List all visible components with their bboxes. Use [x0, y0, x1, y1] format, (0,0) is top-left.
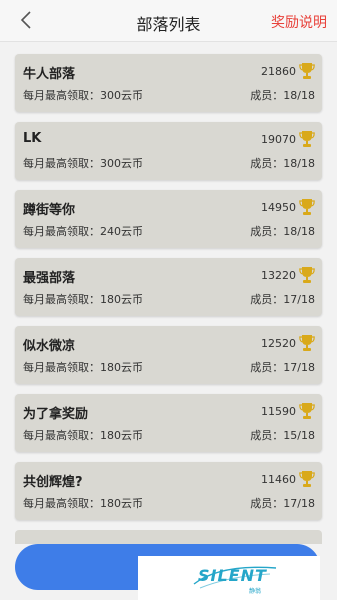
tribe-monthly-limit: 每月最高领取：180云币 — [23, 429, 143, 442]
tribe-monthly-limit: 每月最高领取：300云币 — [23, 89, 143, 102]
tribe-members: 成员：18/18 — [250, 89, 315, 102]
tribe-card[interactable]: LK 每月最高领取：300云币 19070 成员：18/18 — [15, 122, 322, 180]
tribe-card-partial[interactable] — [15, 530, 322, 544]
tribe-members: 成员：17/18 — [250, 293, 315, 306]
tribe-score: 11590 — [261, 405, 296, 418]
tribe-score: 11460 — [261, 473, 296, 486]
tribe-card[interactable]: 蹲街等你每月最高领取：240云币 14950 成员：18/18 — [15, 190, 322, 248]
tribe-name: 似水微凉 — [23, 339, 76, 354]
tribe-name: 共创辉煌? — [23, 475, 83, 490]
tribe-card[interactable]: 最强部落每月最高领取：180云币 13220 成员：17/18 — [15, 258, 322, 316]
tribe-monthly-limit: 每月最高领取：240云币 — [23, 225, 143, 238]
reward-rules-link[interactable]: 奖励说明 — [271, 12, 327, 32]
tribe-card[interactable]: 牛人部落每月最高领取：300云币 21860 成员：18/18 — [15, 54, 322, 112]
tribe-monthly-limit: 每月最高领取：180云币 — [23, 293, 143, 306]
tribe-monthly-limit: 每月最高领取：300云币 — [23, 157, 143, 170]
trophy-icon — [299, 470, 315, 488]
tribe-members: 成员：18/18 — [250, 225, 315, 238]
tribe-name: 蹲街等你 — [23, 203, 76, 218]
tribe-name: 为了拿奖励 — [23, 407, 89, 422]
watermark-logo: SILENT 静翁 — [138, 556, 320, 600]
trophy-icon — [299, 198, 315, 216]
tribe-score: 13220 — [261, 269, 296, 282]
tribe-name: 牛人部落 — [23, 67, 76, 82]
tribe-score: 21860 — [261, 65, 296, 78]
watermark-subtext: 静翁 — [249, 588, 262, 595]
tribe-list: 牛人部落每月最高领取：300云币 21860 成员：18/18 LK 每月最高领取：30… — [0, 42, 337, 600]
tribe-name: 最强部落 — [23, 271, 76, 286]
tribe-members: 成员：15/18 — [250, 429, 315, 442]
tribe-monthly-limit: 每月最高领取：180云币 — [23, 361, 143, 374]
tribe-score: 19070 — [261, 133, 296, 146]
trophy-icon — [299, 334, 315, 352]
tribe-name: LK — [23, 131, 42, 146]
tribe-score: 14950 — [261, 201, 296, 214]
trophy-icon — [299, 62, 315, 80]
tribe-members: 成员：17/18 — [250, 361, 315, 374]
watermark-text: SILENT — [198, 566, 267, 585]
tribe-members: 成员：18/18 — [250, 157, 315, 170]
tribe-card[interactable]: 似水微凉每月最高领取：180云币 12520 成员：17/18 — [15, 326, 322, 384]
trophy-icon — [299, 130, 315, 148]
tribe-monthly-limit: 每月最高领取：180云币 — [23, 497, 143, 510]
tribe-score: 12520 — [261, 337, 296, 350]
trophy-icon — [299, 402, 315, 420]
tribe-card[interactable]: 共创辉煌? 每月最高领取：180云币 11460 成员：17/18 — [15, 462, 322, 520]
tribe-card[interactable]: 为了拿奖励每月最高领取：180云币 11590 成员：15/18 — [15, 394, 322, 452]
tribe-members: 成员：17/18 — [250, 497, 315, 510]
trophy-icon — [299, 266, 315, 284]
header-bar: 部落列表 奖励说明 — [0, 0, 337, 42]
